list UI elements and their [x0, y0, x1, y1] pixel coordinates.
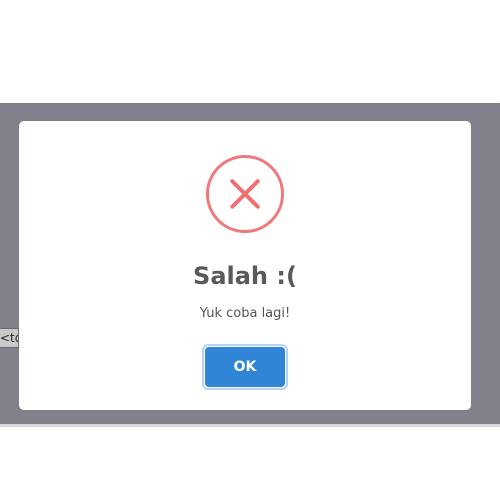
page: <td Salah :( Yuk coba lagi! OK: [0, 0, 500, 500]
underlying-page-text: <td: [0, 328, 19, 348]
dialog-title: Salah :(: [193, 262, 297, 290]
ok-button[interactable]: OK: [205, 347, 285, 387]
error-x-icon: [206, 155, 284, 233]
backdrop-edge: [0, 424, 500, 427]
dialog-message: Yuk coba lagi!: [199, 306, 291, 321]
